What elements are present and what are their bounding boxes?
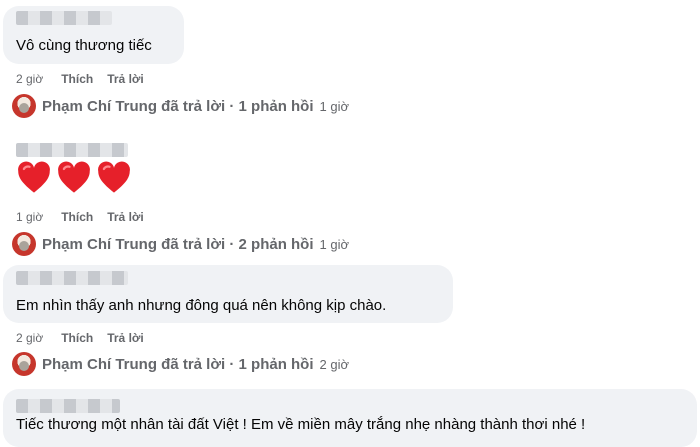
- blurred-author-name[interactable]: [16, 143, 128, 157]
- avatar: [12, 232, 36, 256]
- heart-emoji-icon: [18, 161, 50, 193]
- comment-time[interactable]: 1 giờ: [16, 210, 43, 224]
- view-replies-link[interactable]: Phạm Chí Trung đã trả lời · 1 phản hồi 1…: [12, 94, 349, 118]
- avatar: [12, 352, 36, 376]
- comment-text: Em nhìn thấy anh nhưng đông quá nên khôn…: [16, 297, 387, 314]
- blurred-author-name[interactable]: [16, 399, 120, 413]
- comment-text: Vô cùng thương tiếc: [16, 37, 152, 54]
- reply-button[interactable]: Trả lời: [107, 210, 144, 224]
- blurred-author-name[interactable]: [16, 271, 128, 285]
- comment-text: Tiếc thương một nhân tài đất Việt ! Em v…: [16, 416, 586, 433]
- heart-emoji-icon: [58, 161, 90, 193]
- emoji-comment: [16, 160, 132, 196]
- heart-emoji-icon: [98, 161, 130, 193]
- like-button[interactable]: Thích: [61, 72, 93, 86]
- like-button[interactable]: Thích: [61, 210, 93, 224]
- comment-actions: 2 giờ Thích Trả lời: [16, 331, 144, 345]
- like-button[interactable]: Thích: [61, 331, 93, 345]
- blurred-author-name[interactable]: [16, 11, 112, 25]
- reply-time: 1 giờ: [319, 98, 350, 114]
- comment-actions: 2 giờ Thích Trả lời: [16, 72, 144, 86]
- comment-time[interactable]: 2 giờ: [16, 331, 43, 345]
- reply-summary-text[interactable]: Phạm Chí Trung đã trả lời · 2 phản hồi: [42, 236, 314, 253]
- reply-button[interactable]: Trả lời: [107, 331, 144, 345]
- view-replies-link[interactable]: Phạm Chí Trung đã trả lời · 2 phản hồi 1…: [12, 232, 349, 256]
- reply-button[interactable]: Trả lời: [107, 72, 144, 86]
- comment-actions: 1 giờ Thích Trả lời: [16, 210, 144, 224]
- reply-summary-text[interactable]: Phạm Chí Trung đã trả lời · 1 phản hồi: [42, 98, 314, 115]
- reply-summary-text[interactable]: Phạm Chí Trung đã trả lời · 1 phản hồi: [42, 356, 314, 373]
- comment-time[interactable]: 2 giờ: [16, 72, 43, 86]
- reply-time: 1 giờ: [319, 236, 350, 252]
- avatar: [12, 94, 36, 118]
- view-replies-link[interactable]: Phạm Chí Trung đã trả lời · 1 phản hồi 2…: [12, 352, 349, 376]
- reply-time: 2 giờ: [319, 356, 350, 372]
